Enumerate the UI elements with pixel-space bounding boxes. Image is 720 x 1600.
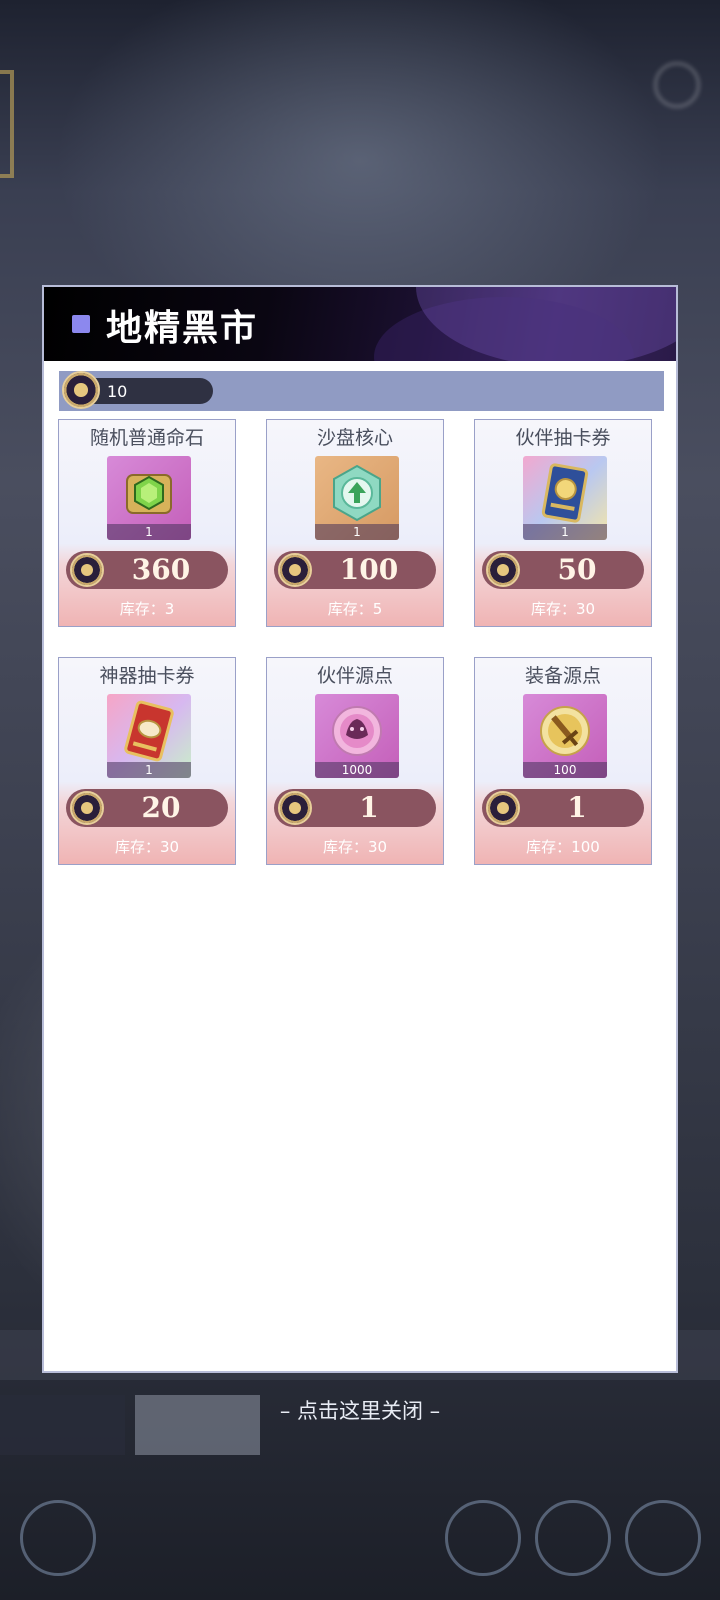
item-quantity: 1 — [523, 524, 607, 540]
green-arrow-core-icon: 1 — [315, 456, 399, 540]
gold-chip-icon — [486, 791, 520, 825]
green-gem-icon: 1 — [107, 456, 191, 540]
price-tag: 50 — [482, 551, 644, 589]
item-name: 沙盘核心 — [316, 427, 393, 449]
gold-chip-icon — [278, 791, 312, 825]
dialog-title: 地精黑市 — [106, 308, 259, 349]
item-name: 神器抽卡券 — [99, 665, 195, 687]
item-price: 360 — [131, 553, 191, 586]
price-tag: 1 — [482, 789, 644, 827]
currency-bar: 10 — [59, 371, 664, 411]
pink-orb-icon: 1000 — [315, 694, 399, 778]
item-stock: 库存：5 — [327, 600, 383, 618]
title-marker-icon — [72, 315, 90, 333]
item-price: 1 — [359, 791, 379, 824]
item-price: 100 — [339, 553, 399, 586]
shop-item[interactable]: 伙伴抽卡券 1 50 库存：30 — [474, 419, 652, 627]
item-stock: 库存：30 — [322, 838, 388, 856]
red-card-icon: 1 — [107, 694, 191, 778]
item-quantity: 1 — [107, 762, 191, 778]
gold-chip-icon — [62, 371, 100, 409]
item-name: 装备源点 — [524, 665, 601, 687]
background-frame-decoration — [0, 70, 14, 178]
shop-item[interactable]: 沙盘核心 1 100 库存：5 — [266, 419, 444, 627]
item-quantity: 1 — [315, 524, 399, 540]
item-quantity: 1 — [107, 524, 191, 540]
background-button — [20, 1500, 96, 1576]
item-name: 伙伴抽卡券 — [515, 427, 611, 449]
shop-item[interactable]: 神器抽卡券 1 20 库存：30 — [58, 657, 236, 865]
dialog-header: 地精黑市 — [44, 287, 676, 361]
item-price: 1 — [567, 791, 587, 824]
blue-card-icon: 1 — [523, 456, 607, 540]
item-stock: 库存：3 — [119, 600, 175, 618]
shop-item[interactable]: 随机普通命石 1 360 库存：3 — [58, 419, 236, 627]
item-price: 20 — [141, 791, 181, 824]
item-quantity: 1000 — [315, 762, 399, 778]
close-dialog-hint[interactable]: – 点击这里关闭 – — [0, 1395, 720, 1425]
item-stock: 库存：30 — [530, 600, 596, 618]
background-button — [445, 1500, 521, 1576]
item-price: 50 — [557, 553, 597, 586]
price-tag: 100 — [274, 551, 436, 589]
price-tag: 360 — [66, 551, 228, 589]
gold-chip-icon — [278, 553, 312, 587]
gold-chip-icon — [70, 553, 104, 587]
price-tag: 1 — [274, 789, 436, 827]
gold-chip-icon — [70, 791, 104, 825]
currency-amount: 10 — [107, 382, 128, 401]
gold-sword-orb-icon: 100 — [523, 694, 607, 778]
shop-item[interactable]: 装备源点 100 1 库存：100 — [474, 657, 652, 865]
background-button — [625, 1500, 701, 1576]
item-stock: 库存：30 — [114, 838, 180, 856]
item-quantity: 100 — [523, 762, 607, 778]
price-tag: 20 — [66, 789, 228, 827]
gold-chip-icon — [486, 553, 520, 587]
shop-item[interactable]: 伙伴源点 1000 1 库存：30 — [266, 657, 444, 865]
help-icon — [654, 62, 700, 108]
item-stock: 库存：100 — [526, 838, 600, 856]
background-button — [535, 1500, 611, 1576]
item-name: 随机普通命石 — [89, 427, 204, 449]
item-name: 伙伴源点 — [316, 665, 393, 687]
shop-dialog: 地精黑市 10 随机普通命石 1 360 库存：3 沙盘核心 1 100 库存：… — [42, 285, 678, 1373]
